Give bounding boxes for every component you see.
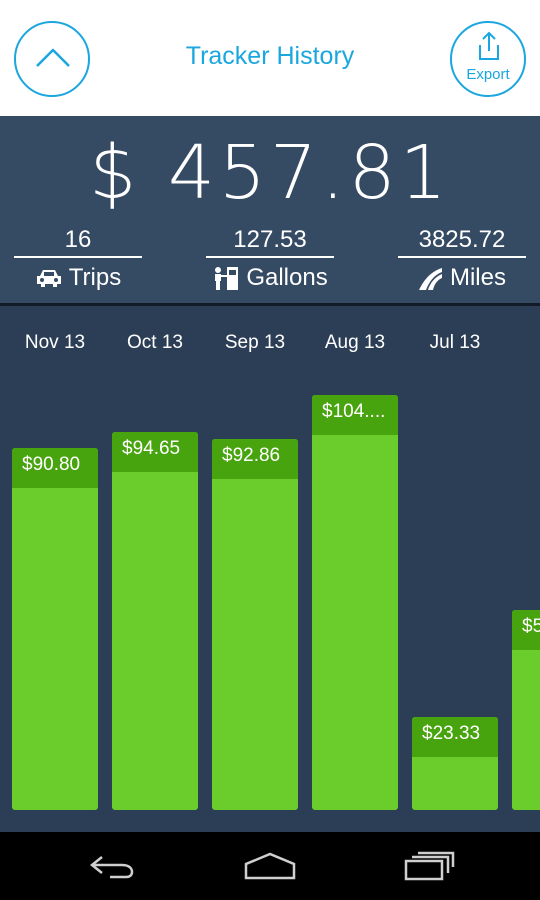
gallons-value: 127.53: [206, 226, 334, 258]
home-icon: [244, 852, 296, 880]
bar-value-label: $94.65: [112, 432, 198, 472]
month-label: Ju: [510, 332, 540, 354]
bar-value-label: $5: [512, 610, 540, 650]
bar-value-label: $104....: [312, 395, 398, 435]
nav-back-button[interactable]: [67, 844, 157, 888]
share-icon: [479, 31, 499, 60]
app-header: Tracker History Export: [0, 0, 540, 116]
nav-home-button[interactable]: [225, 844, 315, 888]
cost-bar[interactable]: $92.86: [212, 439, 298, 810]
month-label: Sep 13: [224, 332, 286, 353]
monthly-cost-chart[interactable]: Nov 13 $90.80 Oct 13 $94.65 Sep 13 $92.86 Aug …: [0, 306, 540, 832]
recent-apps-icon: [404, 851, 455, 881]
miles-label: Miles: [449, 264, 506, 291]
summary-panel: $ 457.81 16 Trips 127.53 Gallons 3825.72…: [0, 116, 540, 305]
bar-value-label: $90.80: [12, 448, 98, 488]
gallons-stat: 127.53 Gallons: [206, 226, 334, 296]
export-button[interactable]: Export: [450, 21, 526, 97]
miles-stat: 3825.72 Miles: [398, 226, 526, 296]
bar-value-label: $23.33: [412, 717, 498, 757]
cost-bar[interactable]: $23.33: [412, 717, 498, 810]
trips-stat: 16 Trips: [14, 226, 142, 296]
trips-value: 16: [14, 226, 142, 258]
cost-bar[interactable]: $5: [512, 610, 540, 810]
system-nav-bar: [0, 832, 540, 900]
cost-bar[interactable]: $94.65: [112, 432, 198, 810]
month-label: Oct 13: [127, 332, 183, 353]
month-label: Nov 13: [24, 332, 86, 353]
car-icon: [36, 270, 61, 287]
gallons-label: Gallons: [246, 264, 328, 291]
gas-pump-icon: [215, 267, 239, 290]
trips-label: Trips: [68, 264, 122, 291]
cost-bar[interactable]: $104....: [312, 395, 398, 810]
back-arrow-icon: [89, 856, 134, 879]
bar-value-label: $92.86: [212, 439, 298, 479]
export-label: Export: [466, 66, 510, 83]
month-label: Jul 13: [429, 332, 481, 353]
cost-bar[interactable]: $90.80: [12, 448, 98, 810]
road-icon: [418, 268, 442, 290]
month-label: Aug 13: [324, 332, 386, 353]
nav-recents-button[interactable]: [384, 844, 474, 888]
miles-value: 3825.72: [398, 226, 526, 258]
total-cost: $ 457.81: [89, 130, 451, 216]
